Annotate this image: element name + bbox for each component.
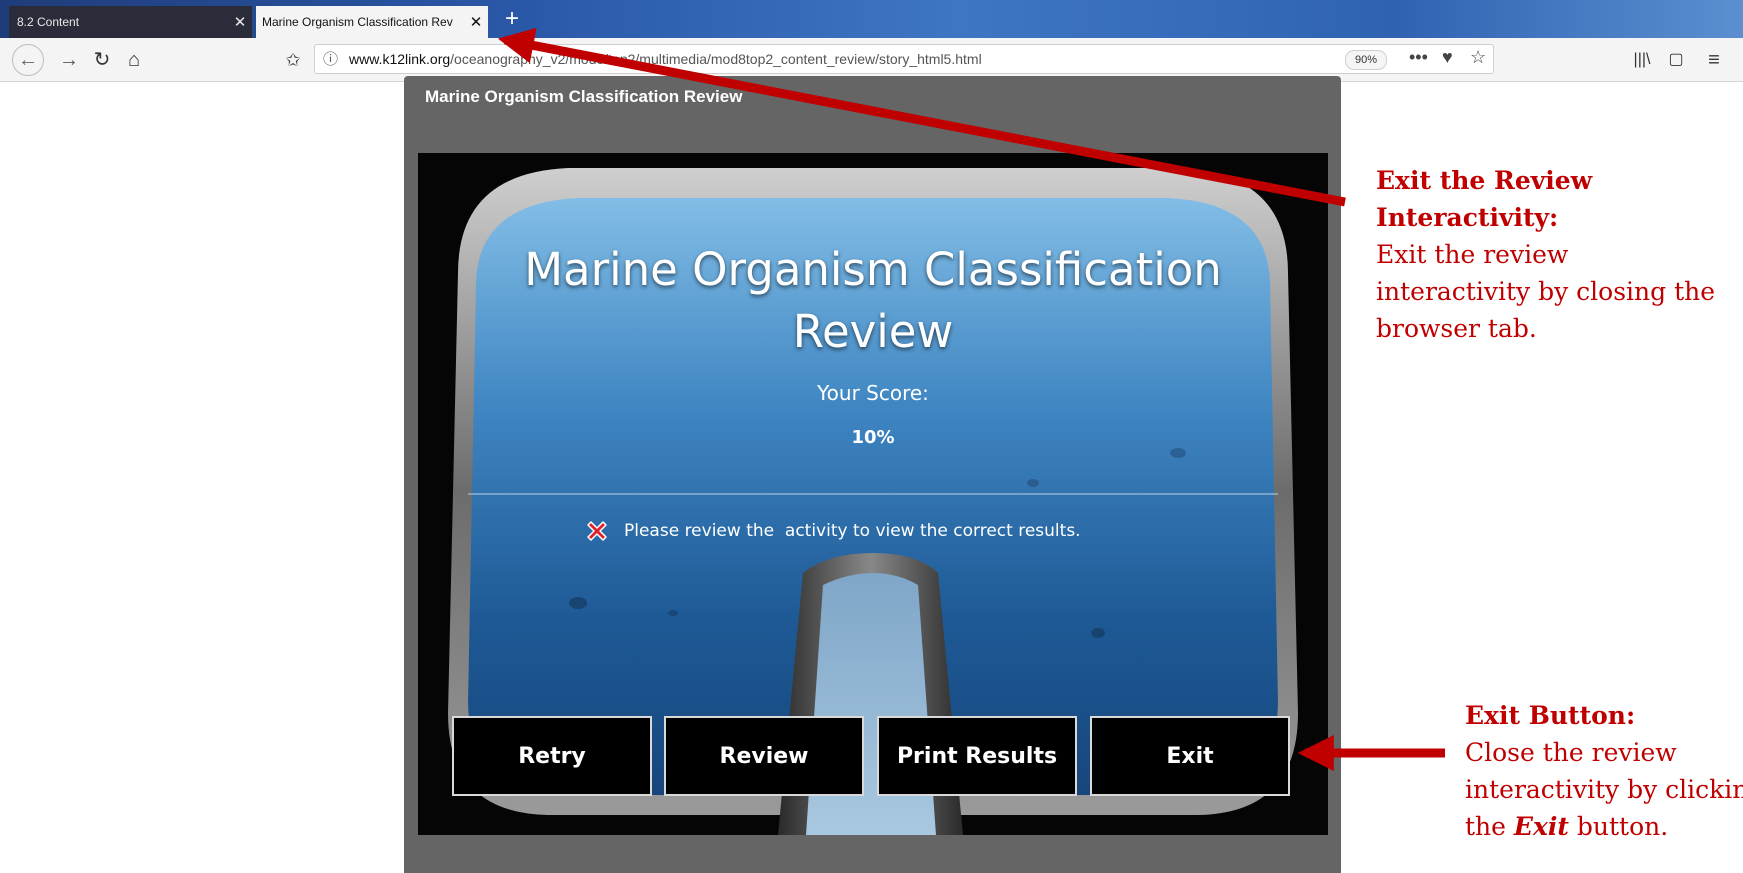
exit-callout-emphasis: Exit xyxy=(1513,812,1569,841)
exit-callout-the: the xyxy=(1465,812,1506,841)
tab-callout-body: Exit the review interactivity by closing… xyxy=(1376,240,1716,343)
exit-callout-end: button. xyxy=(1576,812,1669,841)
tab-arrow xyxy=(497,27,1346,207)
exit-callout-heading: Exit Button: xyxy=(1465,701,1636,730)
tab-callout-heading: Exit the Review Interactivity: xyxy=(1376,166,1593,232)
exit-callout: Exit Button: Close the review interactiv… xyxy=(1465,697,1743,845)
tab-callout: Exit the Review Interactivity: Exit the … xyxy=(1376,162,1716,347)
exit-callout-body: Close the review interactivity by clicki… xyxy=(1465,738,1743,804)
